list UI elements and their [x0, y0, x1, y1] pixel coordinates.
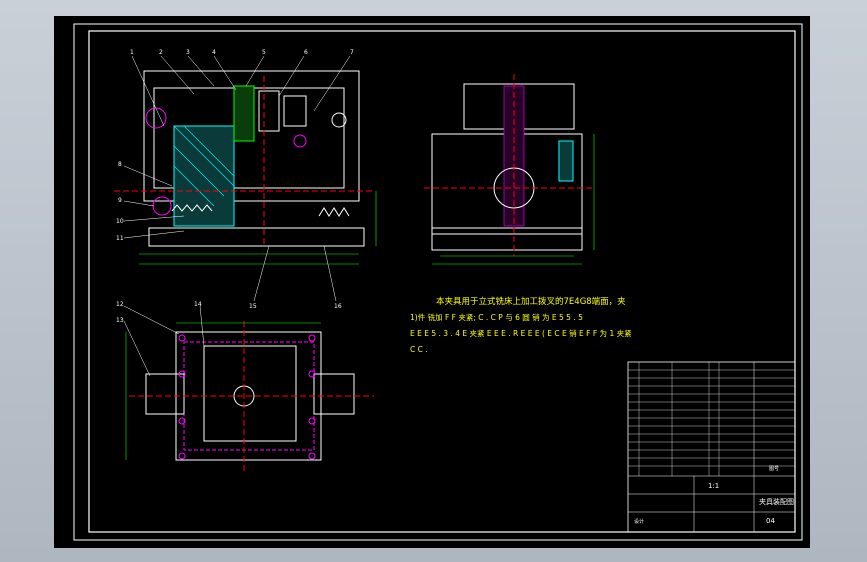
part-label-15: 15 — [249, 303, 257, 310]
part-label-7: 7 — [350, 49, 354, 56]
sheet-code: 04 — [766, 517, 775, 525]
part-label-6: 6 — [304, 49, 308, 56]
part-label-10: 10 — [116, 218, 124, 225]
side-view — [424, 74, 595, 265]
inner-frame — [88, 30, 796, 533]
front-view: 1 2 3 4 5 6 7 8 9 10 11 15 16 — [114, 49, 377, 310]
note-line-3: E E E 5 . 3 . 4 E 夹紧 E E E . R E E E ( E… — [410, 328, 632, 338]
top-view: 12 13 14 — [116, 301, 374, 471]
part-label-9: 9 — [118, 197, 122, 204]
outer-frame — [73, 23, 803, 541]
scale-label: 1:1 — [708, 482, 719, 490]
part-label-12: 12 — [116, 301, 124, 308]
part-label-4: 4 — [212, 49, 216, 56]
part-label-8: 8 — [118, 161, 122, 168]
part-label-14: 14 — [194, 301, 202, 308]
note-line-2: 1)件 铣加 F F 夹紧; C . C P 与 6 圆 销 为 E 5 5 .… — [410, 312, 583, 322]
part-label-1: 1 — [130, 49, 134, 56]
technical-notes: 本夹具用于立式铣床上加工拨叉的7E4G8端面，夹 1)件 铣加 F F 夹紧; … — [410, 296, 632, 354]
part-label-5: 5 — [262, 49, 266, 56]
part-label-2: 2 — [159, 49, 163, 56]
drawing-name: 夹具装配图 — [759, 497, 794, 506]
designer-label: 设计 — [634, 518, 644, 525]
cad-viewport[interactable]: 1 2 3 4 5 6 7 8 9 10 11 15 16 12 13 14 本… — [54, 16, 810, 548]
title-block: 1:1 夹具装配图 04 设计 图号 — [627, 361, 796, 533]
sheet-mark: 图号 — [769, 466, 779, 472]
part-label-3: 3 — [186, 49, 190, 56]
note-line-1: 本夹具用于立式铣床上加工拨叉的7E4G8端面，夹 — [436, 296, 626, 307]
cad-drawing: 1 2 3 4 5 6 7 8 9 10 11 15 16 12 13 14 本… — [73, 23, 803, 541]
part-label-11: 11 — [116, 235, 124, 242]
part-label-13: 13 — [116, 317, 124, 324]
part-label-16: 16 — [334, 303, 342, 310]
note-line-4: C C . — [410, 345, 428, 354]
